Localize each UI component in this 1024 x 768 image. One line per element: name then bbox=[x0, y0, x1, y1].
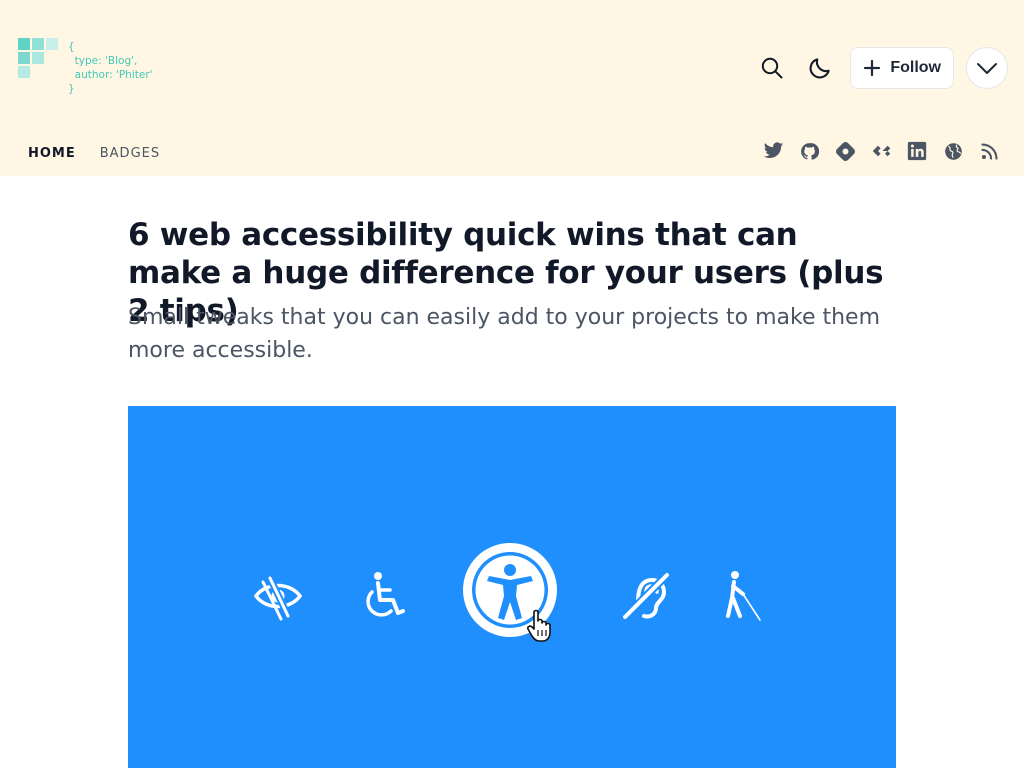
accessibility-illustration bbox=[253, 543, 761, 642]
site-header: { type: 'Blog', author: 'Phiter' } Follo… bbox=[0, 0, 1024, 176]
article-cover-image bbox=[128, 406, 896, 768]
nav-home[interactable]: HOME bbox=[28, 146, 76, 161]
hashnode-link[interactable] bbox=[834, 140, 856, 162]
globe-icon bbox=[944, 142, 962, 160]
twitter-icon bbox=[763, 142, 783, 159]
social-links bbox=[748, 140, 1000, 162]
logo-tiles-icon bbox=[18, 38, 58, 78]
main-nav: HOME BADGES bbox=[28, 146, 184, 161]
hearing-loss-icon bbox=[620, 570, 672, 622]
follow-button[interactable]: Follow bbox=[850, 47, 954, 89]
github-icon bbox=[800, 142, 819, 160]
blind-cane-icon bbox=[726, 571, 761, 621]
moon-icon bbox=[809, 58, 831, 79]
linkedin-link[interactable] bbox=[906, 140, 928, 162]
twitter-link[interactable] bbox=[762, 140, 784, 162]
website-link[interactable] bbox=[942, 140, 964, 162]
logo-code-author: author: 'Phiter' bbox=[68, 69, 153, 81]
logo-code-close: } bbox=[68, 83, 75, 95]
hashnode-icon bbox=[835, 141, 855, 161]
follow-button-label: Follow bbox=[890, 59, 941, 76]
devto-icon bbox=[872, 145, 890, 157]
rss-link[interactable] bbox=[978, 140, 1000, 162]
logo-code-text: { type: 'Blog', author: 'Phiter' } bbox=[68, 40, 153, 96]
theme-toggle-button[interactable] bbox=[800, 48, 840, 88]
low-vision-icon bbox=[253, 574, 303, 621]
plus-icon bbox=[864, 59, 881, 77]
more-button[interactable] bbox=[966, 47, 1008, 89]
logo-code-type: type: 'Blog', bbox=[68, 55, 138, 67]
nav-badges[interactable]: BADGES bbox=[100, 146, 160, 161]
article-subtitle: Small tweaks that you can easily add to … bbox=[128, 305, 881, 363]
search-icon bbox=[762, 57, 783, 79]
rss-icon bbox=[980, 143, 997, 160]
header-actions: Follow bbox=[752, 46, 1008, 90]
linkedin-icon bbox=[907, 141, 927, 161]
blog-logo[interactable]: { type: 'Blog', author: 'Phiter' } bbox=[18, 38, 178, 98]
devto-link[interactable] bbox=[870, 140, 892, 162]
chevron-down-icon bbox=[977, 63, 997, 74]
search-button[interactable] bbox=[752, 48, 792, 88]
wheelchair-icon bbox=[366, 572, 405, 617]
github-link[interactable] bbox=[798, 140, 820, 162]
logo-code-open: { bbox=[68, 41, 75, 53]
